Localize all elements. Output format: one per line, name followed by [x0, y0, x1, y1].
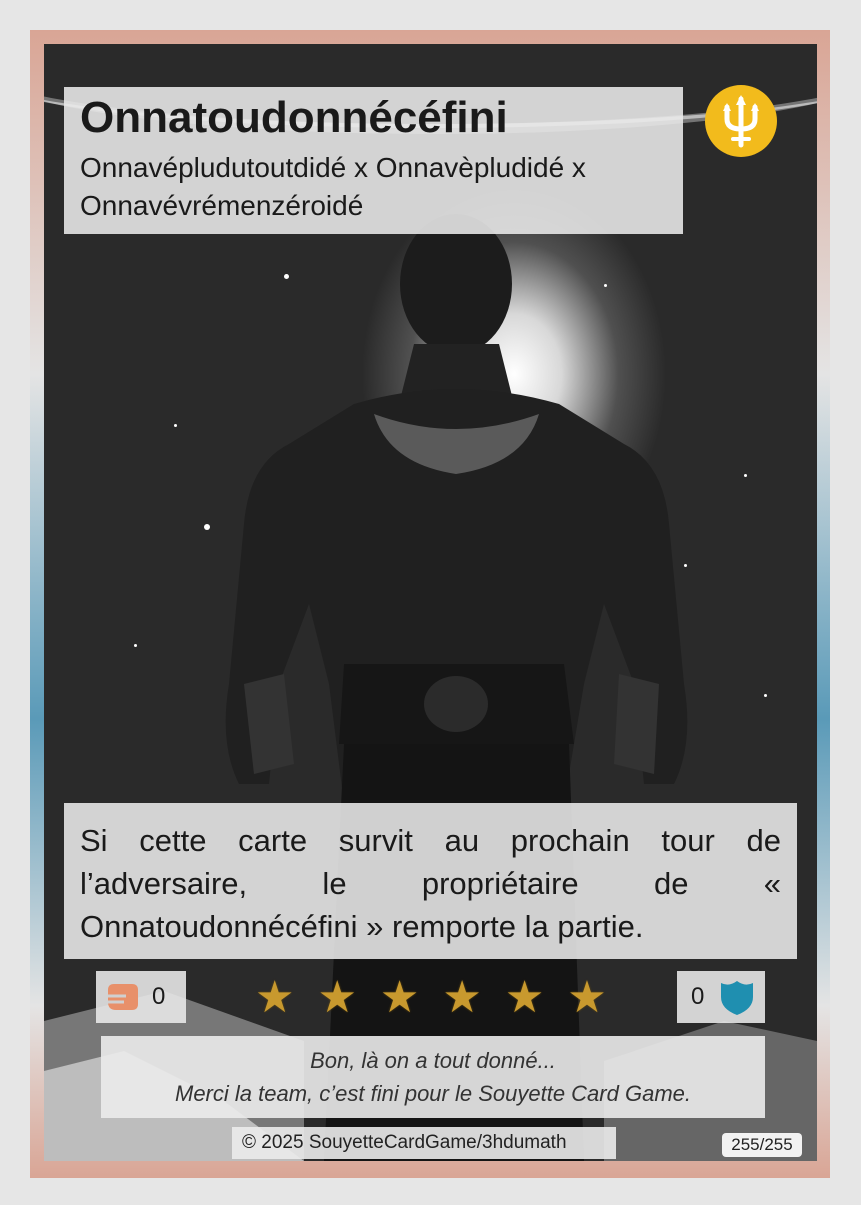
fist-icon: [108, 984, 138, 1010]
flavor-text-line: Bon, là on a tout donné...: [310, 1048, 556, 1073]
rarity-star: ★: [567, 973, 607, 1022]
card-subtitle: Onnavépludutoutdidé x Onnavèpludidé x On…: [80, 152, 586, 221]
attack-value: 0: [152, 983, 166, 1010]
rarity-star: ★: [255, 973, 295, 1022]
shield-icon: [721, 981, 753, 1015]
effect-panel: Si cette carte survit au prochain tour d…: [64, 803, 797, 959]
rarity-star: ★: [317, 973, 357, 1022]
flavor-text-line: Merci la team, c’est fini pour le Souyet…: [175, 1081, 691, 1106]
rarity-star: ★: [442, 973, 482, 1022]
card-effect-text: Si cette carte survit au prochain tour d…: [80, 823, 781, 944]
title-panel: Onnatoudonnécéfini Onnavépludutoutdidé x…: [64, 87, 683, 234]
copyright-text: © 2025 SouyetteCardGame/3hdumath: [242, 1132, 567, 1153]
flavor-text: Bon, là on a tout donné... Merci la team…: [101, 1044, 765, 1110]
flavor-text-panel: Bon, là on a tout donné... Merci la team…: [101, 1036, 765, 1118]
rarity-star: ★: [379, 973, 420, 1022]
rarity-stars: ★ ★ ★ ★ ★ ★: [255, 975, 607, 1021]
attack-stat: 0: [96, 971, 186, 1023]
trident-icon: [705, 85, 777, 157]
copyright-panel: © 2025 SouyetteCardGame/3hdumath: [232, 1127, 616, 1159]
card-number-badge: 255/255: [722, 1133, 802, 1157]
rarity-star: ★: [504, 973, 545, 1022]
defense-stat: 0: [677, 971, 765, 1023]
defense-value: 0: [691, 983, 705, 1010]
card-title: Onnatoudonnécéfini: [80, 93, 508, 142]
card-number: 255/255: [731, 1135, 793, 1154]
